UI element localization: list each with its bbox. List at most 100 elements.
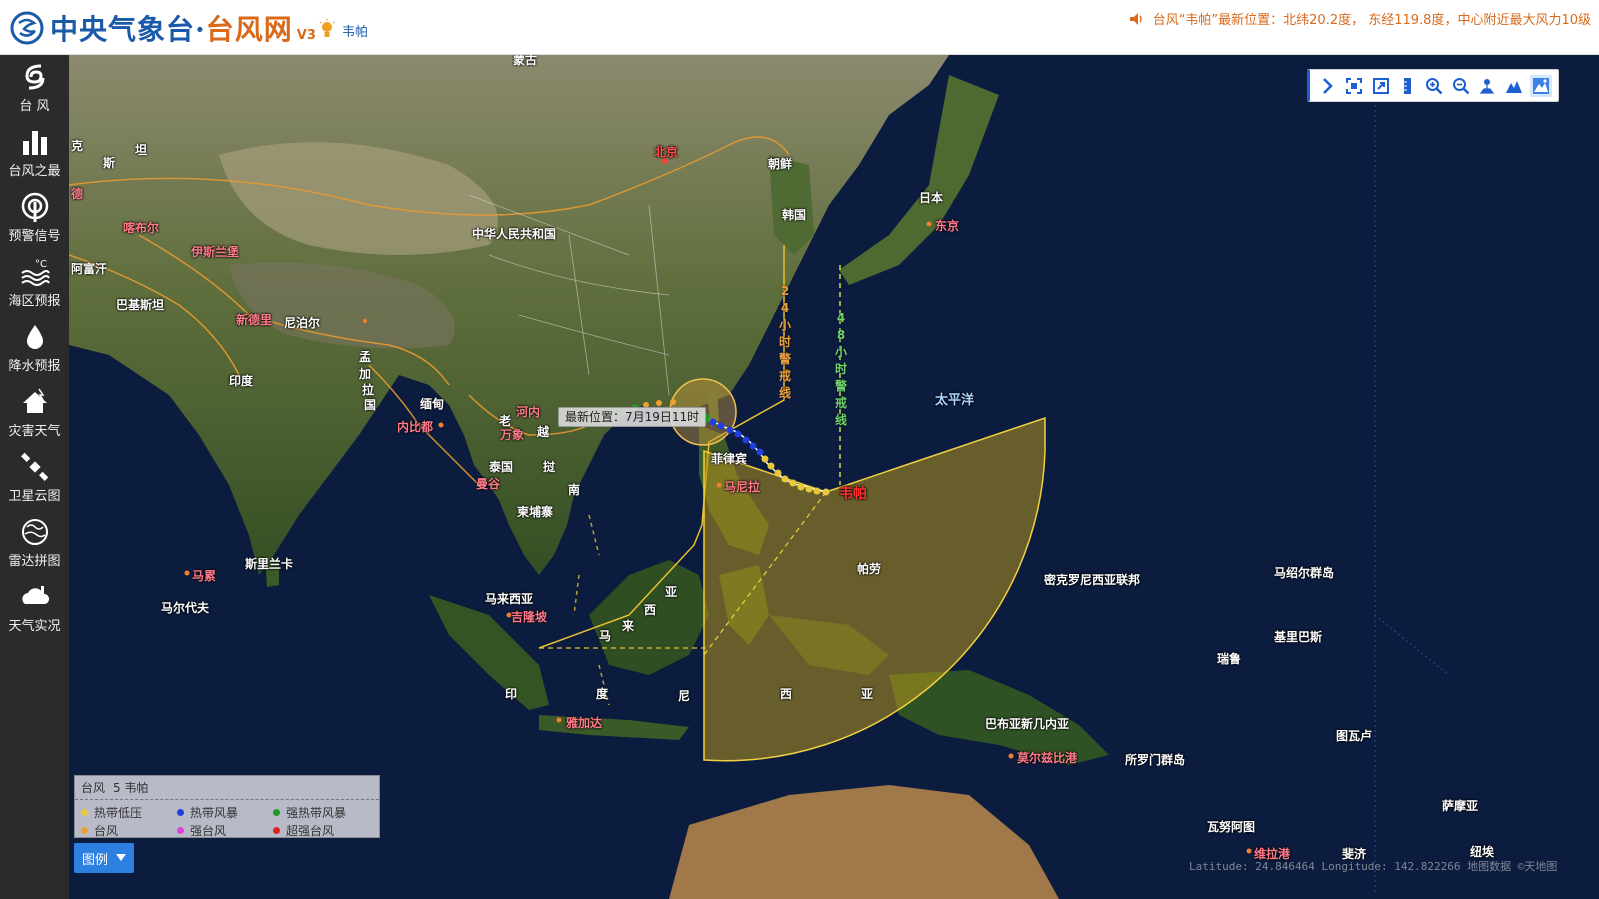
fullscreen-icon: [1345, 77, 1362, 94]
toolbar-ruler-button[interactable]: [1396, 75, 1418, 97]
toolbar-fullscreen-button[interactable]: [1343, 75, 1365, 97]
site-logo[interactable]: 中央气象台·台风网 V3: [10, 8, 316, 48]
toolbar-restore-button[interactable]: [1370, 75, 1392, 97]
news-ticker[interactable]: 台风“韦帕”最新位置：北纬20.2度， 东经119.8度，中心附近最大风力10级: [1129, 9, 1591, 28]
satellite-icon: [20, 452, 48, 481]
sidebar-item-radar[interactable]: 雷达拼图: [0, 510, 69, 575]
toolbar-map-satellite-button[interactable]: [1529, 74, 1552, 97]
map-label-city[interactable]: 北京: [654, 143, 678, 160]
sidebar-item-typhoon[interactable]: 台 风: [0, 55, 69, 120]
disaster-weather-icon: [22, 388, 47, 413]
sidebar-item-records[interactable]: 台风之最: [0, 120, 69, 185]
map-label: 德: [71, 187, 84, 201]
toolbar-collapse-button[interactable]: [1316, 75, 1338, 97]
map-label: 韩国: [782, 208, 807, 222]
ticker-text: 台风“韦帕”最新位置：北纬20.2度， 东经119.8度，中心附近最大风力10级: [1152, 13, 1591, 28]
bar-chart-icon: [22, 130, 47, 155]
legend-dot: [81, 809, 88, 816]
legend-dot: [177, 827, 184, 834]
toolbar-zoom-out-button[interactable]: [1450, 75, 1472, 97]
map-label-city[interactable]: 万象: [500, 426, 524, 443]
map-label-city[interactable]: 内比都: [397, 418, 433, 435]
sidebar-item-satellite[interactable]: 卫星云图: [0, 445, 69, 510]
legend-title: 台风 5 韦帕: [75, 776, 379, 800]
map-label-city[interactable]: 莫尔兹比港: [1017, 749, 1077, 766]
latest-position-tooltip: 最新位置：7月19日11时: [558, 407, 707, 427]
map-label-city[interactable]: 曼谷: [476, 475, 500, 492]
toolbar-map-street-button[interactable]: [1476, 75, 1498, 97]
map-label: 瓦努阿图: [1207, 820, 1256, 834]
toolbar-map-terrain-button[interactable]: [1503, 75, 1525, 97]
sea-forecast-icon: °C: [20, 259, 50, 286]
rain-drop-icon: [26, 324, 43, 349]
map-label: 尼泊尔: [284, 316, 321, 330]
map-label-city[interactable]: 马尼拉: [724, 478, 760, 495]
typhoon-map[interactable]: 蒙古 北京 朝鲜 韩国 日本 东京 中华人民共和国 克 斯 坦 德 喀布尔 阿富…: [69, 55, 1599, 899]
map-label: 日本: [919, 191, 944, 205]
map-toolbar: [1307, 69, 1559, 102]
map-label-city[interactable]: 东京: [935, 217, 959, 234]
map-street-icon: [1480, 78, 1495, 94]
exit-fullscreen-icon: [1372, 77, 1389, 94]
map-label-city[interactable]: 雅加达: [566, 714, 602, 731]
weather-live-icon: [21, 585, 49, 604]
map-label-city[interactable]: 新德里: [236, 311, 272, 328]
chevron-right-icon: [1323, 77, 1334, 94]
map-label: 基里巴斯: [1274, 630, 1323, 644]
current-typhoon-tag[interactable]: 韦帕: [318, 19, 368, 41]
map-label-city[interactable]: 吉隆坡: [511, 608, 547, 625]
app-root: 中央气象台·台风网 V3 韦帕 台风“韦帕”最新位置：北纬20.2度， 东经11…: [0, 0, 1599, 899]
map-label-city[interactable]: 伊斯兰堡: [191, 243, 239, 260]
sidebar-item-live[interactable]: 天气实况: [0, 575, 69, 640]
header: 中央气象台·台风网 V3 韦帕 台风“韦帕”最新位置：北纬20.2度， 东经11…: [0, 0, 1599, 55]
map-label: 泰国: [489, 460, 514, 474]
map-label: 斯里兰卡: [245, 557, 294, 571]
map-label-city[interactable]: 喀布尔: [123, 219, 159, 236]
logo-version: V3: [296, 27, 316, 43]
typhoon-name-marker[interactable]: 韦帕: [839, 483, 867, 503]
map-label: 马绍尔群岛: [1274, 566, 1335, 580]
map-label: 印: [505, 687, 518, 701]
map-label: 萨摩亚: [1442, 799, 1479, 813]
map-label: 马来西亚: [485, 592, 534, 606]
map-label: 密克罗尼西亚联邦: [1044, 573, 1141, 587]
sidebar-item-disaster[interactable]: 灾害天气: [0, 380, 69, 445]
map-label: 中华人民共和国: [472, 227, 557, 241]
warning-line-24h-label: 24小时警戒线: [778, 284, 791, 400]
map-label-city[interactable]: 马累: [192, 567, 216, 584]
map-label: 朝鲜: [768, 157, 793, 171]
map-label: 巴基斯坦: [116, 298, 165, 312]
map-label: 越: [537, 425, 550, 439]
bulb-icon: [319, 19, 335, 37]
legend-item: 强台风: [177, 822, 273, 839]
map-label: 缅甸: [420, 397, 445, 411]
zoom-out-icon: [1452, 77, 1469, 94]
map-label: 国: [364, 398, 377, 412]
radar-icon: [21, 518, 48, 545]
map-label: 所罗门群岛: [1125, 753, 1186, 767]
map-label-city[interactable]: 河内: [516, 403, 540, 420]
logo-text: 中央气象台·台风网: [50, 13, 293, 46]
map-satellite-icon: [1532, 77, 1549, 94]
legend-dot: [273, 809, 280, 816]
map-label: 斯: [103, 156, 116, 170]
map-label: 加: [359, 367, 372, 381]
legend-toggle-button[interactable]: 图例: [74, 843, 134, 873]
sidebar-item-sea[interactable]: °C 海区预报: [0, 250, 69, 315]
svg-text:°C: °C: [35, 259, 47, 270]
map-label: 克: [71, 139, 84, 153]
ruler-icon: [1404, 77, 1412, 94]
sidebar-item-rain[interactable]: 降水预报: [0, 315, 69, 380]
legend-item: 热带低压: [81, 804, 177, 821]
toolbar-zoom-in-button[interactable]: [1423, 75, 1445, 97]
map-label: 瑞鲁: [1217, 652, 1242, 666]
legend-dot: [273, 827, 280, 834]
map-label: 挝: [543, 460, 556, 474]
map-label: 孟: [359, 350, 372, 364]
typhoon-legend: 台风 5 韦帕 热带低压 热带风暴 强热带风暴 台风 强台风 超强台风: [74, 775, 380, 838]
legend-item: 超强台风: [273, 822, 383, 839]
map-label: 坦: [135, 143, 148, 157]
map-label: 亚: [861, 687, 874, 701]
sidebar-item-warning[interactable]: 预警信号: [0, 185, 69, 250]
map-label: 帕劳: [857, 562, 882, 576]
